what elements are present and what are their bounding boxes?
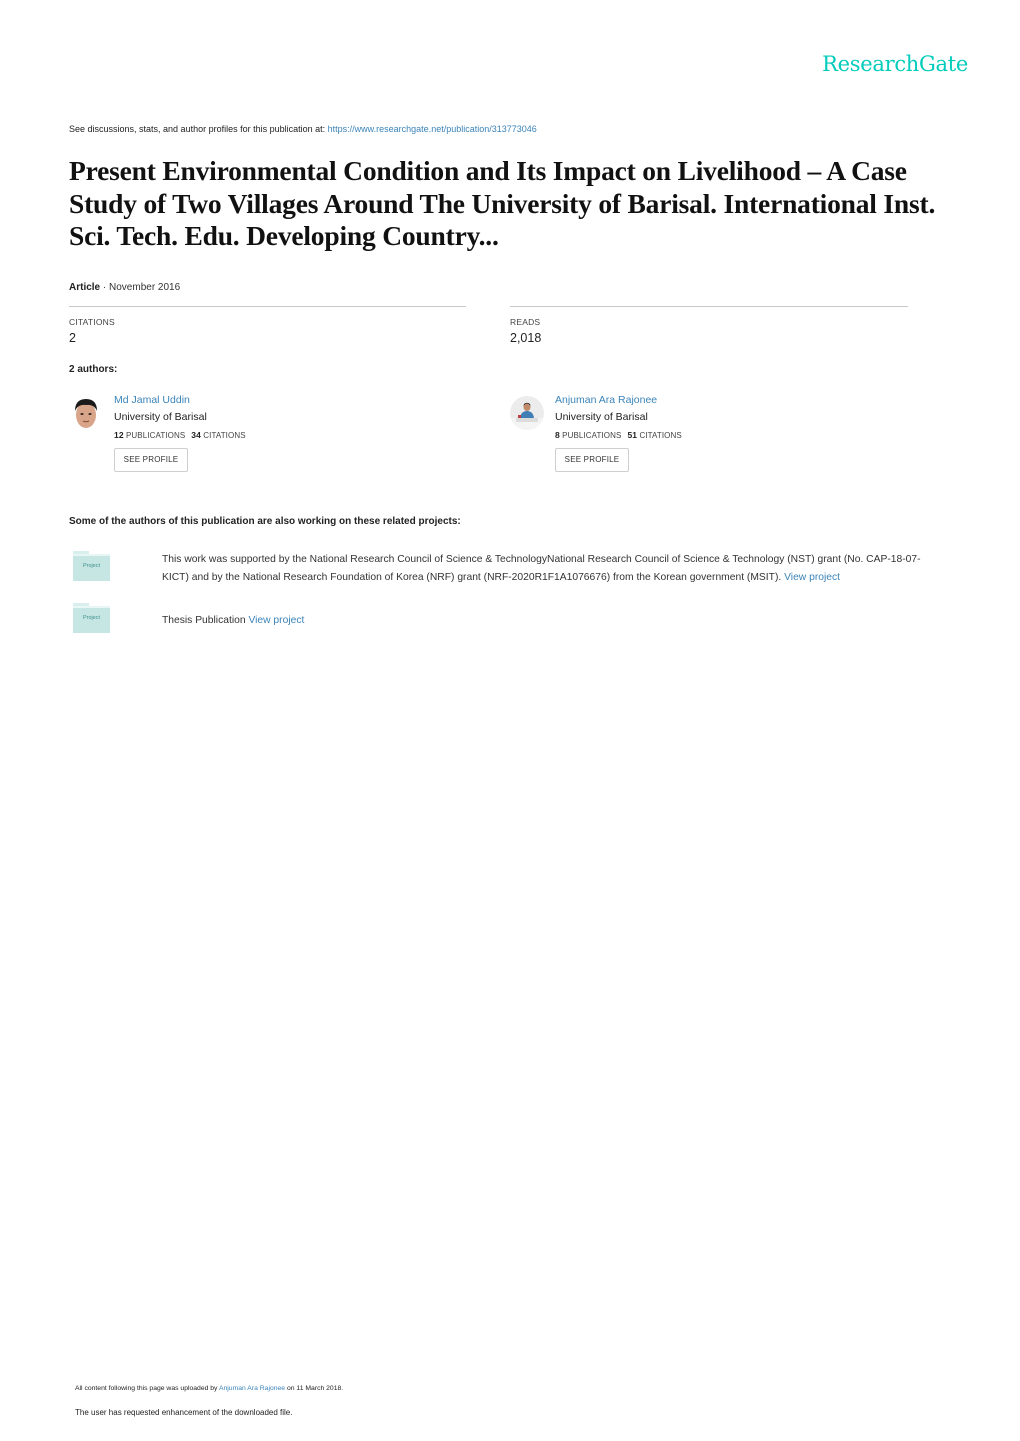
author-counts: 12 PUBLICATIONS 34 CITATIONS [114, 430, 246, 440]
enhancement-note: The user has requested enhancement of th… [75, 1408, 293, 1417]
citations-label: CITATIONS [639, 431, 682, 440]
publications-label: PUBLICATIONS [125, 431, 186, 440]
upload-note: All content following this page was uplo… [75, 1385, 343, 1392]
researchgate-logo[interactable]: ResearchGate [822, 52, 968, 76]
see-discussions-text: See discussions, stats, and author profi… [69, 124, 328, 134]
citations-count: 51 [627, 430, 638, 440]
folder-label: Project [82, 615, 101, 621]
citations-label: CITATIONS [203, 431, 246, 440]
avatar-photo-icon [69, 396, 103, 430]
see-profile-button[interactable]: SEE PROFILE [114, 448, 188, 472]
upload-prefix: All content following this page was uplo… [75, 1385, 219, 1392]
author-name-link[interactable]: Anjuman Ara Rajonee [555, 394, 682, 406]
project-text: Thesis Publication [162, 615, 249, 626]
divider-reads [510, 306, 908, 307]
project-folder-icon[interactable]: Project [73, 603, 110, 633]
project-description: This work was supported by the National … [162, 551, 942, 586]
publications-count: 8 [555, 430, 560, 440]
reads-stat: READS 2,018 [510, 317, 541, 345]
author-counts: 8 PUBLICATIONS 51 CITATIONS [555, 430, 682, 440]
see-discussions-line: See discussions, stats, and author profi… [69, 124, 537, 134]
publication-title: Present Environmental Condition and Its … [69, 155, 936, 251]
related-projects-heading: Some of the authors of this publication … [69, 516, 461, 527]
author-avatar[interactable] [510, 396, 544, 430]
publication-date: November 2016 [109, 282, 181, 293]
reads-value: 2,018 [510, 331, 542, 345]
publication-type: Article [69, 282, 101, 293]
upload-suffix: on 11 March 2018. [285, 1385, 344, 1392]
reads-label: READS [510, 317, 541, 327]
citations-stat: CITATIONS 2 [69, 317, 115, 345]
see-profile-button[interactable]: SEE PROFILE [555, 448, 629, 472]
avatar-photo-icon [510, 396, 544, 430]
divider-citations [69, 306, 466, 307]
author-avatar[interactable] [69, 396, 103, 430]
publication-meta: Article · November 2016 [69, 282, 180, 293]
publications-label: PUBLICATIONS [562, 431, 622, 440]
project-description: Thesis Publication View project [162, 612, 942, 630]
author-institution: University of Barisal [114, 411, 207, 423]
meta-separator: · [100, 282, 110, 293]
publication-url-link[interactable]: https://www.researchgate.net/publication… [328, 124, 537, 134]
view-project-link[interactable]: View project [784, 572, 840, 583]
folder-label: Project [82, 563, 101, 569]
citations-label: CITATIONS [69, 317, 115, 327]
project-folder-icon[interactable]: Project [73, 551, 110, 581]
citations-count: 34 [191, 430, 201, 440]
uploader-link[interactable]: Anjuman Ara Rajonee [219, 1385, 285, 1392]
view-project-link[interactable]: View project [248, 615, 304, 626]
authors-heading: 2 authors: [69, 364, 118, 375]
author-institution: University of Barisal [555, 411, 648, 423]
publications-count: 12 [114, 430, 124, 440]
author-name-link[interactable]: Md Jamal Uddin [114, 394, 246, 406]
citations-value: 2 [69, 331, 76, 345]
